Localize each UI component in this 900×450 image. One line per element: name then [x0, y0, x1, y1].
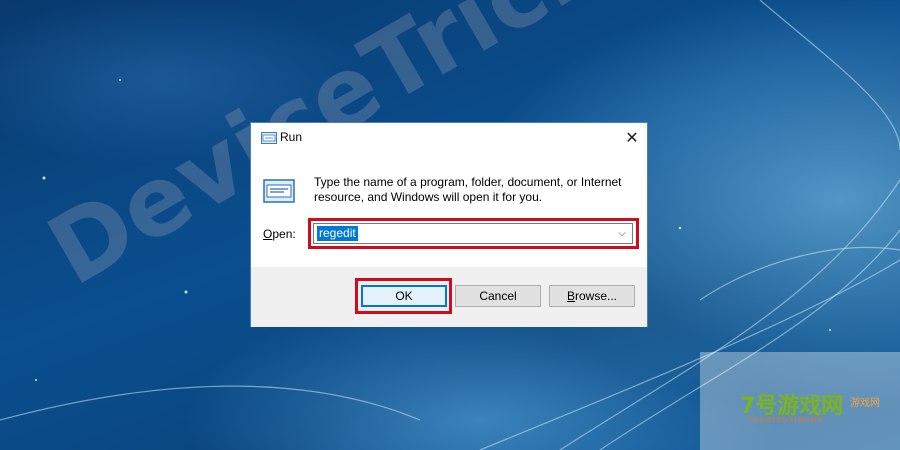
run-large-icon — [263, 179, 295, 203]
window-title: Run — [280, 130, 303, 144]
browse-accel: B — [566, 289, 575, 303]
highlight-box-ok — [355, 278, 452, 314]
highlight-box-input — [308, 218, 639, 249]
close-icon: ✕ — [625, 130, 639, 147]
open-label: Open: — [263, 227, 296, 241]
run-dialog: Run ✕ Type the name of a program, folder… — [250, 122, 648, 327]
description-text: Type the name of a program, folder, docu… — [314, 175, 622, 204]
cancel-button[interactable]: Cancel — [455, 285, 541, 307]
browse-label-rest: rowse... — [575, 289, 618, 303]
close-button[interactable]: ✕ — [617, 123, 647, 153]
watermark-subtitle: THAOYOUXIWANG — [748, 416, 824, 424]
open-label-rest: pen: — [272, 227, 296, 241]
run-app-icon — [261, 132, 277, 144]
title-bar[interactable]: Run ✕ — [251, 123, 647, 153]
browse-button[interactable]: Browse... — [549, 285, 635, 307]
open-label-accel: O — [263, 227, 273, 241]
site-watermark: 7号游戏网 THAOYOUXIWANG 游戏网 — [700, 352, 900, 450]
watermark-side-text: 游戏网 — [850, 398, 880, 409]
